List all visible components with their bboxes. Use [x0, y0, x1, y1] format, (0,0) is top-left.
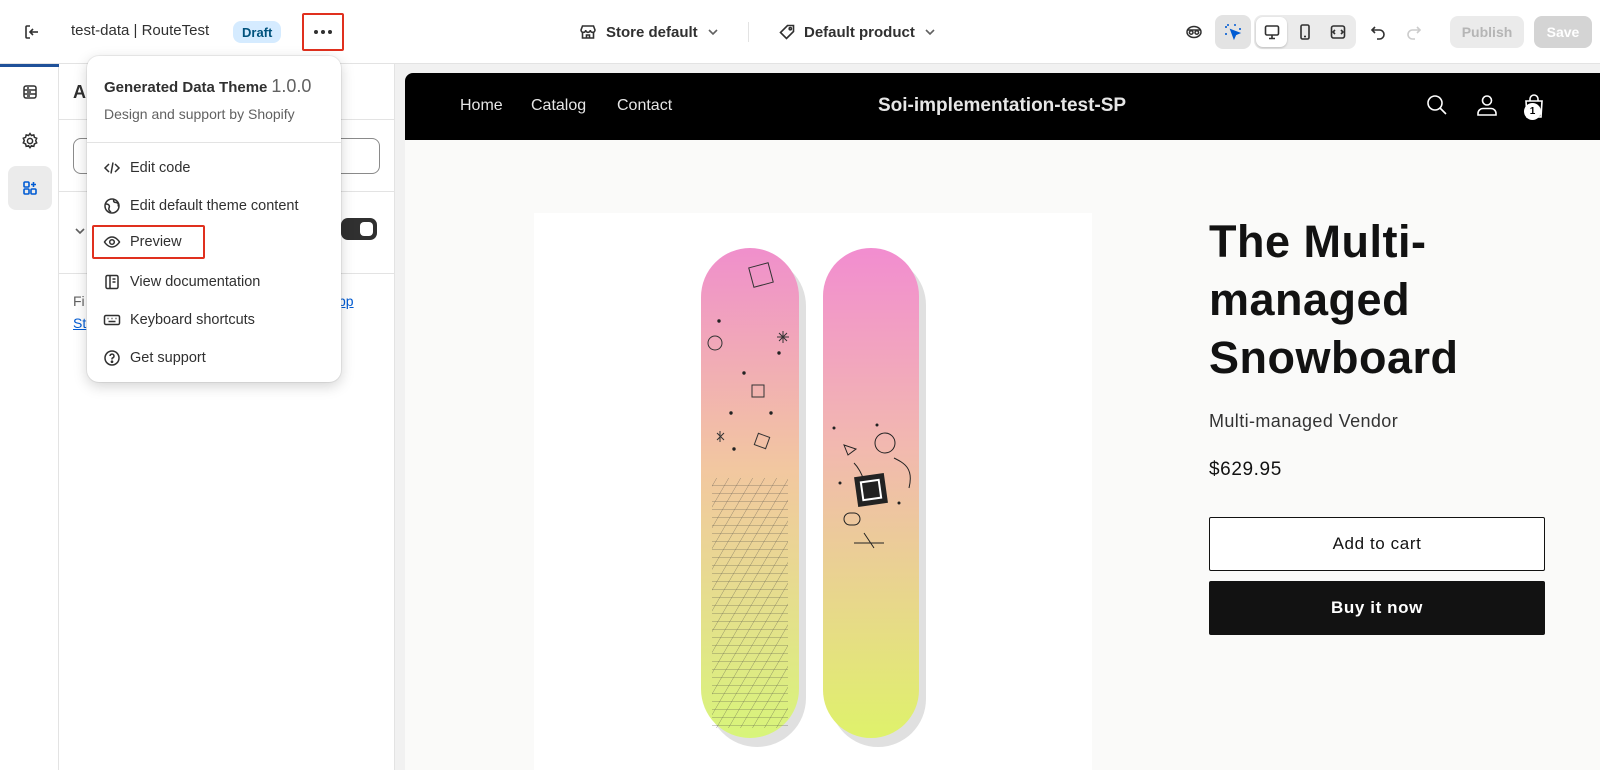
viewport-switcher: [1254, 15, 1356, 49]
menu-item-label: Get support: [130, 350, 206, 366]
menu-item-label: View documentation: [130, 274, 261, 290]
storefront-preview: Home Catalog Contact Soi-implementation-…: [405, 73, 1600, 770]
chevron-down-icon: [923, 25, 937, 39]
menu-header: Generated Data Theme 1.0.0 Design and sup…: [104, 76, 311, 122]
store-selector-label: Store default: [606, 23, 698, 41]
menu-item-label: Edit code: [130, 160, 191, 176]
keyboard-icon: [103, 311, 121, 329]
product-selector[interactable]: Default product: [778, 18, 937, 46]
exit-icon[interactable]: [18, 18, 46, 46]
more-actions-button[interactable]: [302, 13, 344, 51]
more-horizontal-icon: [313, 29, 333, 35]
nav-link-catalog[interactable]: Catalog: [531, 97, 586, 115]
chevron-down-icon: [706, 25, 720, 39]
question-circle-icon: [103, 349, 121, 367]
toolbar-divider: [748, 22, 749, 42]
cart-count-badge: 1: [1524, 103, 1541, 120]
app-embed-icon[interactable]: [1178, 16, 1210, 48]
inspector-icon: [1223, 22, 1243, 42]
book-icon: [103, 273, 121, 291]
app-embed-toggle[interactable]: [341, 218, 377, 240]
shop-name[interactable]: Soi-implementation-test-SP: [878, 95, 1126, 117]
menu-item-get-support[interactable]: Get support: [97, 341, 331, 375]
status-badge: Draft: [233, 21, 282, 43]
publish-button[interactable]: Publish: [1450, 16, 1524, 48]
mobile-icon[interactable]: [1289, 17, 1320, 47]
add-to-cart-button[interactable]: Add to cart: [1209, 517, 1545, 571]
left-rail: [0, 64, 59, 770]
snowboard-image: [701, 248, 926, 747]
theme-actions-menu: Generated Data Theme 1.0.0 Design and sup…: [87, 56, 341, 382]
code-icon: [103, 159, 121, 177]
product-vendor: Multi-managed Vendor: [1209, 411, 1399, 431]
settings-icon: [20, 131, 40, 151]
menu-item-label: Edit default theme content: [130, 198, 299, 214]
theme-name: Generated Data Theme: [104, 79, 268, 96]
buy-now-button[interactable]: Buy it now: [1209, 581, 1545, 635]
help-text: Fi: [73, 293, 85, 309]
apps-icon: [21, 179, 39, 197]
tag-icon: [778, 23, 796, 41]
account-icon[interactable]: [1475, 93, 1499, 122]
product-title: The Multi-managed Snowboard: [1209, 216, 1459, 383]
menu-item-edit-code[interactable]: Edit code: [97, 151, 331, 185]
product-media[interactable]: [534, 213, 1092, 770]
eye-icon: [103, 233, 121, 251]
menu-item-label: Preview: [130, 234, 182, 250]
menu-item-keyboard-shortcuts[interactable]: Keyboard shortcuts: [97, 303, 331, 337]
chevron-down-icon[interactable]: [73, 224, 87, 238]
rail-accent-bar: [0, 64, 59, 67]
theme-subtitle: Design and support by Shopify: [104, 106, 295, 122]
store-title: test-data | RouteTest: [71, 22, 210, 39]
rail-settings-button[interactable]: [8, 119, 52, 163]
desktop-icon[interactable]: [1256, 17, 1288, 47]
save-button[interactable]: Save: [1534, 16, 1592, 48]
product-selector-label: Default product: [804, 23, 915, 41]
rail-sections-button[interactable]: [8, 70, 52, 114]
theme-version: 1.0.0: [271, 76, 312, 96]
store-icon: [578, 22, 598, 42]
rail-apps-button[interactable]: [8, 166, 52, 210]
store-selector[interactable]: Store default: [578, 18, 720, 46]
sidebar-heading: A: [73, 82, 86, 102]
undo-icon[interactable]: [1362, 16, 1394, 48]
fullscreen-icon[interactable]: [1323, 17, 1354, 47]
menu-item-view-documentation[interactable]: View documentation: [97, 265, 331, 299]
editor-topbar: test-data | RouteTest Draft Store defaul…: [0, 0, 1600, 64]
menu-divider: [87, 142, 341, 143]
nav-link-contact[interactable]: Contact: [617, 97, 672, 115]
menu-item-edit-default-theme-content[interactable]: Edit default theme content: [97, 189, 331, 223]
app-store-link-continued[interactable]: St: [73, 315, 86, 331]
nav-link-home[interactable]: Home: [460, 97, 503, 115]
redo-icon[interactable]: [1398, 16, 1430, 48]
menu-item-preview[interactable]: Preview: [92, 225, 205, 259]
menu-item-label: Keyboard shortcuts: [130, 312, 255, 328]
search-icon[interactable]: [1425, 93, 1449, 122]
product-price: $629.95: [1209, 459, 1282, 480]
globe-icon: [103, 197, 121, 215]
shop-header: Home Catalog Contact Soi-implementation-…: [405, 73, 1600, 140]
inspector-button[interactable]: [1215, 15, 1251, 49]
sections-icon: [21, 83, 39, 101]
